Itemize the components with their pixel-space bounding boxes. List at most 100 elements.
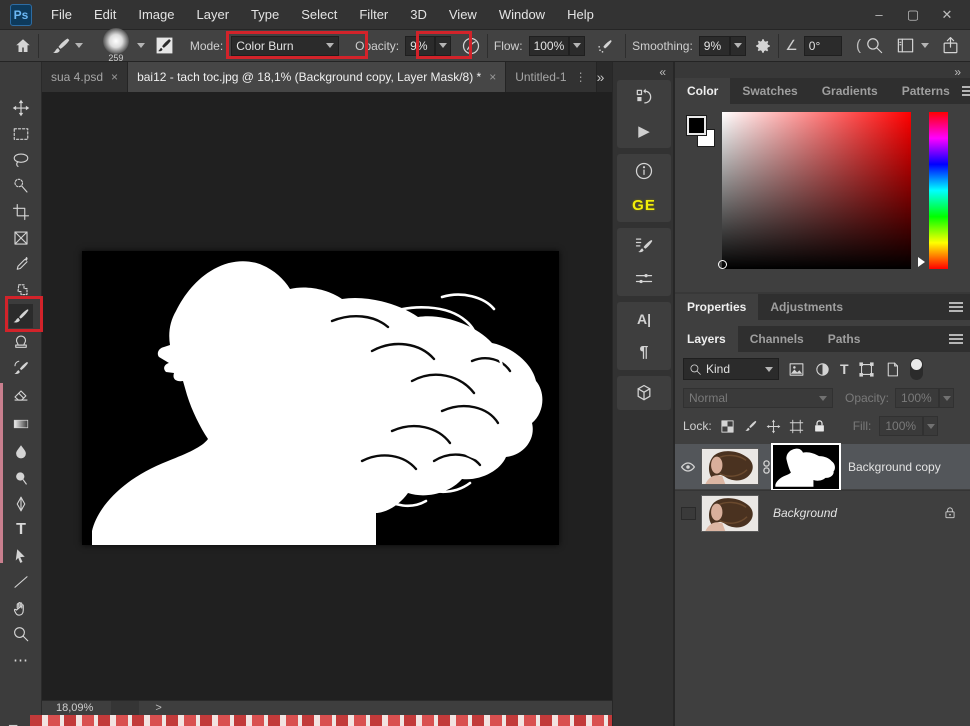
share-icon[interactable] [941, 36, 960, 55]
edit-toolbar-icon[interactable]: ⋯ [9, 648, 33, 672]
lock-all-icon[interactable] [812, 419, 827, 434]
layer-opacity-field[interactable]: 100% [895, 388, 939, 408]
layer1-visibility-eye-icon[interactable] [675, 459, 701, 475]
tab-color[interactable]: Color [675, 78, 730, 104]
layer-row-background[interactable]: Background [675, 490, 970, 535]
smoothing-gear-icon[interactable] [754, 37, 772, 55]
clone-stamp-tool[interactable] [9, 330, 33, 354]
character-panel-icon[interactable]: A| [617, 302, 671, 336]
layer2-visibility-checkbox[interactable] [675, 507, 701, 520]
document-image[interactable] [82, 251, 559, 545]
menu-file[interactable]: File [40, 0, 83, 30]
properties-panel-menu-icon[interactable] [949, 300, 963, 314]
tab-bai12[interactable]: bai12 - tach toc.jpg @ 18,1% (Background… [128, 62, 506, 92]
menu-3d[interactable]: 3D [399, 0, 438, 30]
canvas-area[interactable] [42, 92, 612, 700]
tab-paths[interactable]: Paths [816, 326, 873, 352]
workspace-chevron[interactable] [921, 43, 929, 48]
smoothing-chevron[interactable] [730, 36, 746, 56]
brush-preset-chevron[interactable] [75, 43, 83, 48]
layer1-mask-thumbnail[interactable] [774, 446, 838, 488]
type-tool[interactable]: T [9, 518, 33, 542]
filter-type-layers-icon[interactable]: T [840, 361, 849, 377]
eraser-tool[interactable] [9, 382, 33, 406]
tab-sua4[interactable]: sua 4.psd × [42, 62, 128, 92]
menu-filter[interactable]: Filter [348, 0, 399, 30]
tab-overflow-icon[interactable]: » [597, 69, 605, 85]
filter-adjustment-layers-icon[interactable] [814, 361, 831, 378]
fill-field[interactable]: 100% [879, 416, 923, 436]
history-brush-tool[interactable] [9, 356, 33, 380]
hue-slider-arrow[interactable] [918, 257, 925, 267]
dock-expand-icon[interactable]: » [954, 65, 960, 79]
quick-selection-tool[interactable] [9, 174, 33, 198]
close-button[interactable]: ✕ [930, 2, 964, 28]
brushes-panel-icon[interactable] [617, 262, 671, 296]
brush-size-chevron[interactable] [137, 43, 145, 48]
layer1-mask-link-icon[interactable] [761, 460, 772, 474]
tab-channels[interactable]: Channels [738, 326, 816, 352]
brush-preset-icon[interactable] [51, 36, 71, 56]
layer2-thumbnail[interactable] [701, 495, 759, 532]
smoothing-field[interactable]: 9% [699, 36, 731, 56]
tab-properties[interactable]: Properties [675, 294, 758, 320]
menu-edit[interactable]: Edit [83, 0, 127, 30]
menu-window[interactable]: Window [488, 0, 556, 30]
flow-chevron[interactable] [569, 36, 585, 56]
menu-layer[interactable]: Layer [186, 0, 241, 30]
history-panel-icon[interactable] [617, 80, 671, 114]
layer-opacity-chevron[interactable] [939, 388, 954, 408]
menu-image[interactable]: Image [127, 0, 185, 30]
lock-transparency-icon[interactable] [720, 419, 735, 434]
layer-filter-kind-select[interactable]: Kind [683, 358, 779, 380]
menu-view[interactable]: View [438, 0, 488, 30]
workspace-icon[interactable] [896, 36, 915, 55]
menu-help[interactable]: Help [556, 0, 605, 30]
filter-pixel-layers-icon[interactable] [788, 361, 805, 378]
tab-adjustments[interactable]: Adjustments [758, 294, 855, 320]
color-picker-ring[interactable] [718, 260, 727, 269]
saturation-brightness-field[interactable] [722, 112, 911, 269]
filter-shape-layers-icon[interactable] [858, 361, 875, 378]
ge-extension-icon[interactable]: GE [617, 188, 671, 222]
search-icon[interactable] [865, 36, 884, 55]
fill-chevron[interactable] [923, 416, 938, 436]
menu-type[interactable]: Type [240, 0, 290, 30]
brush-size-preview[interactable]: 259 [103, 28, 129, 63]
tab-bai12-close-icon[interactable]: × [489, 70, 496, 84]
lasso-tool[interactable] [9, 148, 33, 172]
lock-artboard-icon[interactable] [789, 419, 804, 434]
angle-field[interactable]: 0° [804, 36, 842, 56]
strip-collapse-icon[interactable]: « [659, 65, 665, 79]
tab-layers[interactable]: Layers [675, 326, 738, 352]
crop-tool[interactable] [9, 200, 33, 224]
tab-gradients[interactable]: Gradients [810, 78, 890, 104]
frame-tool[interactable] [9, 226, 33, 250]
menu-select[interactable]: Select [290, 0, 348, 30]
brush-settings-panel-icon[interactable] [617, 228, 671, 262]
paragraph-panel-icon[interactable]: ¶ [617, 336, 671, 370]
tab-untitled1[interactable]: Untitled-1 ⋮ [506, 62, 596, 92]
path-selection-tool[interactable] [9, 544, 33, 568]
hand-tool[interactable] [9, 596, 33, 620]
status-chevron-icon[interactable]: > [155, 702, 161, 714]
actions-panel-icon[interactable]: ▶ [617, 114, 671, 148]
toggle-brush-panel-icon[interactable] [155, 36, 174, 55]
airbrush-icon[interactable] [595, 36, 615, 56]
tab-patterns[interactable]: Patterns [890, 78, 962, 104]
eyedropper-tool[interactable] [9, 252, 33, 276]
filter-smart-objects-icon[interactable] [884, 361, 901, 378]
pen-tool[interactable] [9, 492, 33, 516]
minimize-button[interactable]: – [862, 2, 896, 28]
zoom-level[interactable]: 18,09% [56, 702, 93, 714]
line-tool[interactable] [9, 570, 33, 594]
blur-tool[interactable] [9, 440, 33, 464]
dodge-tool[interactable] [9, 466, 33, 490]
lock-pixels-icon[interactable] [743, 419, 758, 434]
layers-panel-menu-icon[interactable] [949, 332, 963, 346]
lock-position-icon[interactable] [766, 419, 781, 434]
info-panel-icon[interactable] [617, 154, 671, 188]
layer1-thumbnail[interactable] [701, 448, 759, 485]
panel-foreground-swatch[interactable] [687, 116, 706, 135]
move-tool[interactable] [9, 96, 33, 120]
